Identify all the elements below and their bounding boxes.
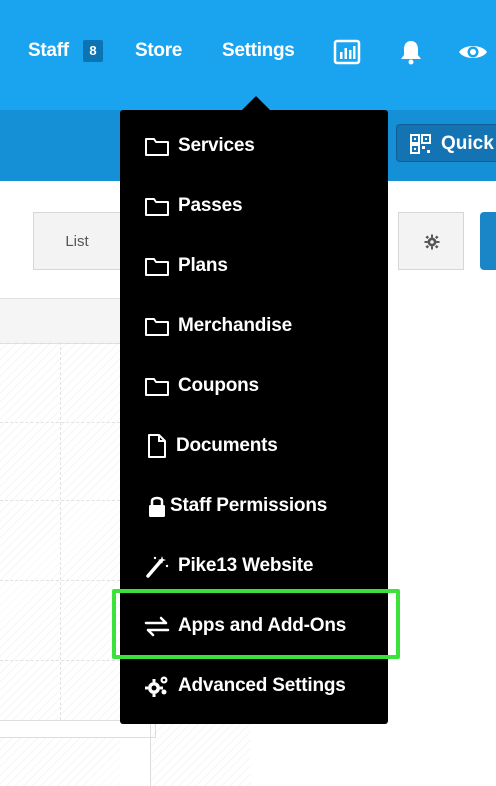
menu-item-label: Passes: [178, 195, 243, 216]
menu-item-staff-permissions[interactable]: Staff Permissions: [120, 476, 388, 536]
folder-icon: [145, 258, 169, 276]
menu-item-services[interactable]: Services: [120, 116, 388, 176]
menu-item-label: Documents: [176, 435, 278, 456]
menu-item-label: Pike13 Website: [178, 555, 314, 576]
nav-settings[interactable]: Settings: [222, 38, 295, 64]
grid-line: [0, 580, 120, 581]
menu-item-label: Staff Permissions: [170, 495, 328, 516]
menu-item-label: Advanced Settings: [178, 675, 346, 696]
folder-icon: [145, 378, 169, 396]
grid-line: [0, 500, 120, 501]
grid-line: [60, 342, 61, 720]
gears-icon: [145, 676, 168, 697]
menu-item-label: Merchandise: [178, 315, 292, 336]
menu-item-passes[interactable]: Passes: [120, 176, 388, 236]
nav-staff[interactable]: Staff: [28, 38, 69, 64]
folder-icon: [145, 198, 169, 216]
menu-item-label: Coupons: [178, 375, 259, 396]
magic-wand-icon: [146, 556, 169, 578]
grid-line: [0, 660, 120, 661]
lock-icon: [149, 496, 165, 517]
reports-icon[interactable]: [333, 38, 361, 66]
menu-item-label: Plans: [178, 255, 228, 276]
menu-item-merchandise[interactable]: Merchandise: [120, 296, 388, 356]
qr-code-icon: [410, 134, 431, 154]
calendar-header: [0, 298, 140, 344]
menu-item-label: Services: [178, 135, 255, 156]
folder-icon: [145, 138, 169, 156]
menu-item-documents[interactable]: Documents: [120, 416, 388, 476]
add-button-edge[interactable]: [480, 212, 496, 270]
bell-icon[interactable]: [397, 38, 425, 66]
staff-count-badge: 8: [83, 40, 103, 62]
dropdown-caret: [242, 96, 270, 110]
eye-icon[interactable]: [458, 38, 487, 66]
document-icon: [148, 434, 166, 458]
menu-item-coupons[interactable]: Coupons: [120, 356, 388, 416]
grid-line: [0, 422, 120, 423]
menu-item-pike13-website[interactable]: Pike13 Website: [120, 536, 388, 596]
menu-item-plans[interactable]: Plans: [120, 236, 388, 296]
nav-store[interactable]: Store: [135, 38, 182, 64]
quick-button[interactable]: Quick: [396, 124, 496, 162]
quick-label: Quick: [441, 133, 494, 154]
menu-item-advanced-settings[interactable]: Advanced Settings: [120, 656, 388, 716]
highlight-box: [112, 589, 400, 659]
list-view-label: List: [65, 233, 89, 250]
top-nav-bar: Staff 8 Store Settings: [0, 0, 496, 110]
folder-icon: [145, 318, 169, 336]
settings-button[interactable]: [398, 212, 464, 270]
gear-icon: [424, 234, 440, 250]
calendar-grid-cell: [150, 720, 251, 786]
list-view-button[interactable]: List: [33, 212, 121, 270]
